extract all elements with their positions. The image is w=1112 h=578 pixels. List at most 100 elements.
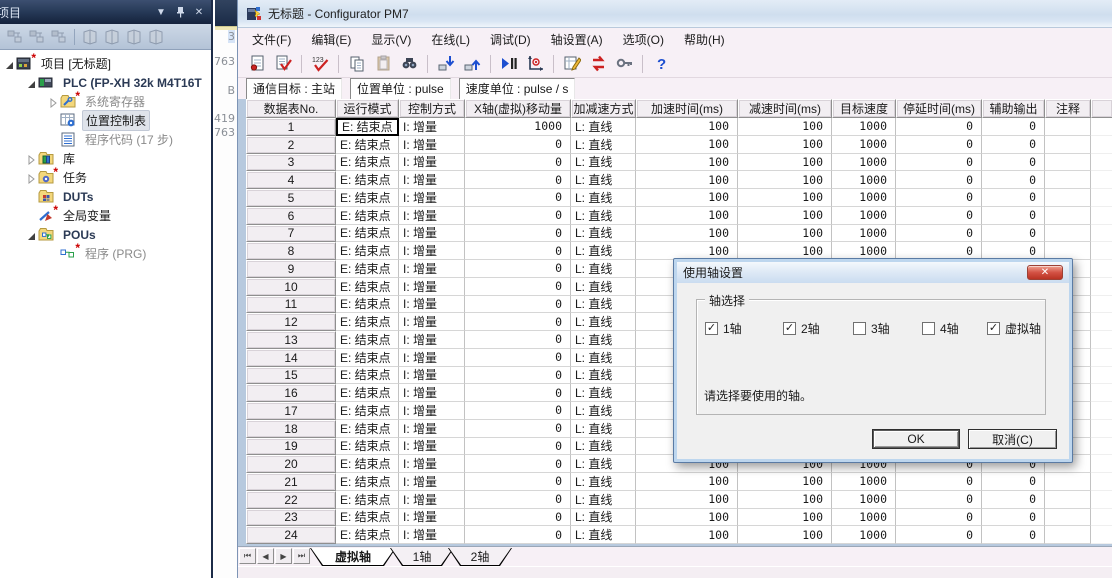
cell[interactable]: 0 [465, 206, 571, 225]
cell[interactable]: 100 [738, 171, 832, 189]
row-header[interactable]: 6 [246, 206, 336, 225]
cell[interactable] [1045, 526, 1091, 544]
cell[interactable]: 0 [465, 260, 571, 278]
menu-v[interactable]: 显示(V) [361, 29, 421, 50]
row-header[interactable]: 15 [246, 366, 336, 385]
cell[interactable]: L: 直线 [571, 118, 636, 136]
next-sheet-button[interactable]: ▶ [275, 548, 292, 564]
cell[interactable]: E: 结束点 [336, 118, 399, 136]
tree-item--[interactable]: * 系统寄存器 [0, 89, 211, 111]
row-header[interactable]: 9 [246, 260, 336, 278]
tree-item--[interactable]: 库 [0, 149, 211, 168]
row-header[interactable]: 8 [246, 242, 336, 260]
library-add-icon[interactable] [81, 28, 99, 45]
library-lock-icon[interactable] [125, 28, 143, 45]
expand-arrow-icon[interactable] [26, 154, 36, 165]
cell[interactable]: 0 [896, 526, 982, 544]
row-header[interactable]: 20 [246, 455, 336, 473]
tree-item--17-[interactable]: 程序代码 (17 步) [0, 130, 211, 149]
cell[interactable]: L: 直线 [571, 348, 636, 367]
checkbox-icon[interactable]: ✓ [783, 322, 796, 335]
cell[interactable]: 100 [636, 526, 738, 544]
row-header[interactable]: 10 [246, 277, 336, 296]
cell[interactable]: L: 直线 [571, 526, 636, 544]
cell[interactable]: I: 增量 [399, 348, 465, 367]
row-header[interactable]: 23 [246, 508, 336, 527]
cell[interactable]: 0 [982, 189, 1045, 207]
cell[interactable]: E: 结束点 [336, 153, 399, 172]
cell[interactable]: E: 结束点 [336, 331, 399, 349]
verify-entry-icon[interactable] [272, 54, 294, 74]
cell[interactable]: 0 [465, 455, 571, 473]
collapse-arrow-icon[interactable] [26, 230, 36, 240]
row-header[interactable]: 21 [246, 473, 336, 491]
checkbox-icon[interactable] [853, 322, 866, 335]
row-header[interactable]: 1 [246, 118, 336, 136]
cell[interactable] [1045, 224, 1091, 243]
cell[interactable]: 0 [896, 473, 982, 491]
cell[interactable]: I: 增量 [399, 384, 465, 402]
export-block-icon[interactable] [50, 29, 68, 45]
cell[interactable]: L: 直线 [571, 171, 636, 189]
cell[interactable]: 1000 [832, 171, 896, 189]
collapse-arrow-icon[interactable] [26, 78, 36, 88]
cell[interactable]: E: 结束点 [336, 402, 399, 420]
cell[interactable]: 100 [738, 118, 832, 136]
cell[interactable]: 1000 [832, 135, 896, 154]
cell[interactable]: I: 增量 [399, 490, 465, 509]
row-header[interactable]: 3 [246, 153, 336, 172]
cell[interactable]: 0 [465, 224, 571, 243]
cell[interactable]: 0 [982, 153, 1045, 172]
cell[interactable]: L: 直线 [571, 313, 636, 331]
first-sheet-button[interactable]: ⏮ [239, 548, 256, 564]
cell[interactable]: 0 [465, 419, 571, 438]
download-icon[interactable] [435, 54, 457, 74]
cell[interactable]: E: 结束点 [336, 348, 399, 367]
row-header[interactable]: 22 [246, 490, 336, 509]
cell[interactable]: 100 [738, 135, 832, 154]
axis-checkbox-3轴[interactable]: 3轴 [853, 320, 890, 337]
cell[interactable]: 0 [896, 508, 982, 527]
cell[interactable]: E: 结束点 [336, 455, 399, 473]
cell[interactable]: 1000 [832, 206, 896, 225]
cell[interactable]: 100 [738, 153, 832, 172]
prev-sheet-button[interactable]: ◀ [257, 548, 274, 564]
cell[interactable]: 100 [738, 508, 832, 527]
cell[interactable]: L: 直线 [571, 295, 636, 314]
cell[interactable]: I: 增量 [399, 260, 465, 278]
paste-icon[interactable] [372, 54, 394, 74]
row-header[interactable]: 5 [246, 189, 336, 207]
cell[interactable]: 0 [896, 189, 982, 207]
cell[interactable] [1045, 135, 1091, 154]
cell[interactable]: L: 直线 [571, 419, 636, 438]
cell[interactable]: 0 [465, 348, 571, 367]
cell[interactable]: E: 结束点 [336, 313, 399, 331]
cell[interactable]: I: 增量 [399, 189, 465, 207]
cell[interactable]: E: 结束点 [336, 366, 399, 385]
cell[interactable] [1045, 206, 1091, 225]
cell[interactable]: E: 结束点 [336, 526, 399, 544]
cell[interactable]: E: 结束点 [336, 206, 399, 225]
cell[interactable]: 0 [465, 313, 571, 331]
library-close-icon[interactable] [147, 28, 165, 45]
password-icon[interactable] [613, 54, 635, 74]
sheet-tab-2轴[interactable]: 2轴 [448, 548, 512, 566]
tree-item--[interactable]: * 项目 [无标题] [0, 51, 211, 73]
checkbox-icon[interactable]: ✓ [987, 322, 1000, 335]
cell[interactable]: 0 [465, 402, 571, 420]
cell[interactable]: E: 结束点 [336, 384, 399, 402]
cell[interactable]: 0 [465, 437, 571, 456]
cell[interactable]: 0 [982, 118, 1045, 136]
cell[interactable]: E: 结束点 [336, 508, 399, 527]
menu-e[interactable]: 编辑(E) [301, 29, 361, 50]
cell[interactable]: 0 [465, 153, 571, 172]
cell[interactable]: I: 增量 [399, 313, 465, 331]
verify-data-icon[interactable]: 123 [309, 54, 331, 74]
row-header[interactable]: 24 [246, 526, 336, 544]
cell[interactable]: L: 直线 [571, 490, 636, 509]
cell[interactable]: 1000 [832, 153, 896, 172]
cell[interactable]: 0 [465, 331, 571, 349]
cell[interactable]: E: 结束点 [336, 224, 399, 243]
cancel-button[interactable]: 取消(C) [968, 429, 1057, 449]
close-icon[interactable]: ✕ [191, 5, 207, 20]
